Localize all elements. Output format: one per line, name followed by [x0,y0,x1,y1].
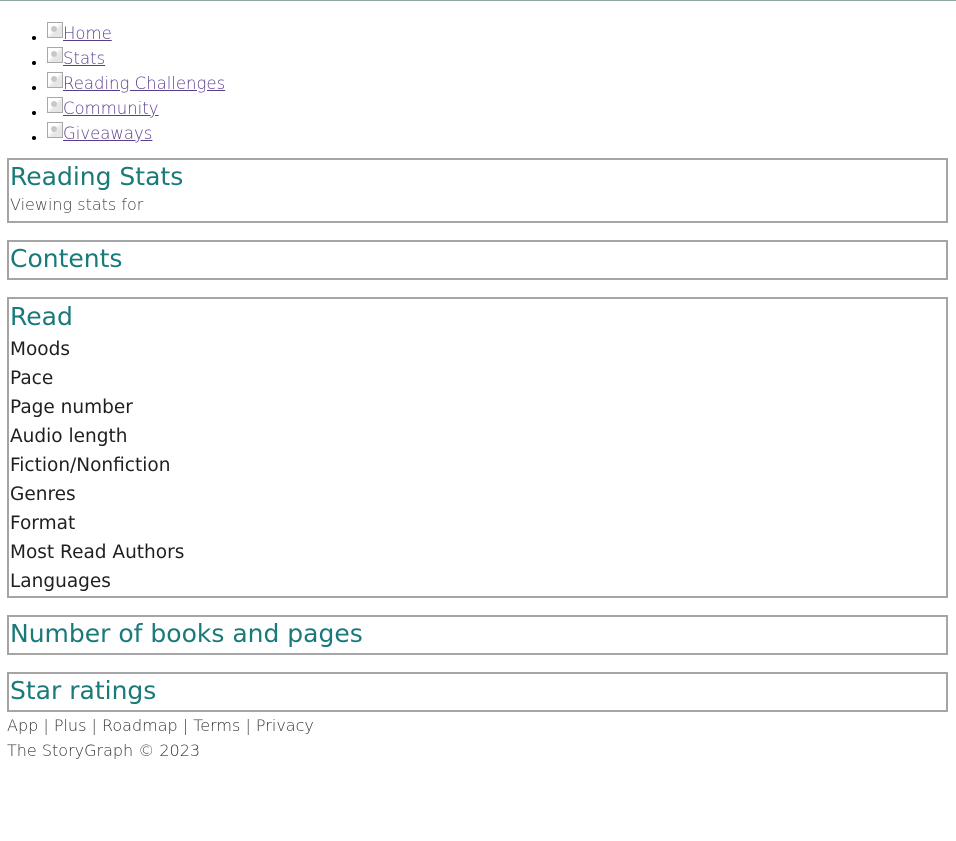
home-icon [47,22,63,38]
top-divider [0,0,956,1]
nav-link-giveaways[interactable]: Giveaways [47,121,152,146]
nav-item-reading-challenges[interactable]: Reading Challenges [47,67,225,93]
nav-label-reading-challenges: Reading Challenges [63,74,226,93]
footer-link-app[interactable]: App [7,716,38,735]
footer-links: App | Plus | Roadmap | Terms | Privacy [7,713,314,738]
read-title: Read [10,302,73,331]
nav-item-giveaways[interactable]: Giveaways [47,117,225,143]
stats-icon [47,47,63,63]
nav-link-community[interactable]: Community [47,96,159,121]
page-title: Reading Stats [10,162,184,191]
community-icon [47,97,63,113]
read-item-pace[interactable]: Pace [9,364,946,393]
star-ratings-title: Star ratings [10,676,157,705]
footer-separator: | [38,716,54,735]
read-item-format[interactable]: Format [9,509,946,538]
footer-link-privacy[interactable]: Privacy [256,716,314,735]
footer-separator: | [240,716,256,735]
read-item-fiction-nonfiction[interactable]: Fiction/Nonfiction [9,451,946,480]
viewing-stats-for: Viewing stats for [10,195,144,214]
challenges-icon [47,72,63,88]
nav-label-stats: Stats [63,49,106,68]
nav-label-giveaways: Giveaways [63,124,153,143]
star-ratings-section: Star ratings [7,672,948,712]
nav-item-stats[interactable]: Stats [47,42,225,68]
books-pages-section: Number of books and pages [7,615,948,655]
books-pages-title: Number of books and pages [10,619,363,648]
footer-separator: | [177,716,194,735]
read-item-most-read-authors[interactable]: Most Read Authors [9,538,946,567]
contents-title: Contents [10,244,123,273]
read-item-genres[interactable]: Genres [9,480,946,509]
read-section: Read Moods Pace Page number Audio length… [7,297,948,598]
nav-label-home: Home [63,24,112,43]
read-item-languages[interactable]: Languages [9,567,946,596]
footer-link-roadmap[interactable]: Roadmap [102,716,178,735]
main-nav: Home Stats Reading Challenges Community … [0,17,225,143]
nav-link-home[interactable]: Home [47,21,112,46]
footer-separator: | [86,716,102,735]
read-item-page-number[interactable]: Page number [9,393,946,422]
footer-copyright: The StoryGraph © 2023 [7,741,201,760]
reading-stats-section: Reading Stats Viewing stats for [7,158,948,223]
nav-label-community: Community [63,99,159,118]
contents-section: Contents [7,240,948,280]
giveaways-icon [47,122,63,138]
nav-link-stats[interactable]: Stats [47,46,105,71]
footer-link-plus[interactable]: Plus [54,716,87,735]
nav-item-home[interactable]: Home [47,17,225,43]
read-item-moods[interactable]: Moods [9,335,946,364]
read-item-audio-length[interactable]: Audio length [9,422,946,451]
footer-link-terms[interactable]: Terms [193,716,240,735]
nav-link-reading-challenges[interactable]: Reading Challenges [47,71,225,96]
